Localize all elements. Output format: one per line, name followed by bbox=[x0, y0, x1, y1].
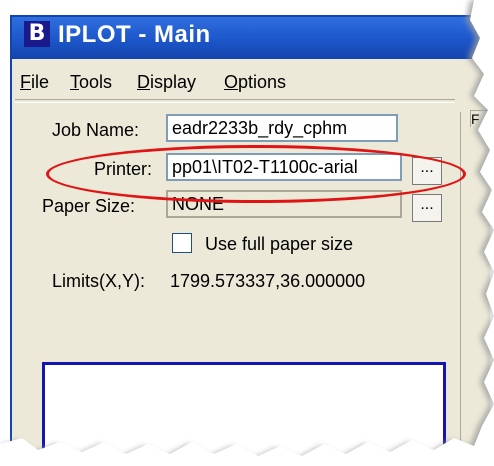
window-title: IPLOT - Main bbox=[58, 21, 211, 48]
use-full-paper-checkbox[interactable] bbox=[172, 233, 192, 253]
job-name-label: Job Name: bbox=[52, 120, 140, 140]
use-full-paper-label[interactable]: Use full paper size bbox=[205, 234, 353, 255]
job-name-field[interactable]: eadr2233b_rdy_cphm bbox=[166, 114, 398, 142]
menu-tools[interactable]: Tools bbox=[70, 72, 112, 93]
side-panel-edge bbox=[460, 112, 487, 452]
bentley-b-icon: B bbox=[24, 21, 50, 47]
paper-size-label: Paper Size: bbox=[42, 196, 136, 216]
paper-size-browse-button[interactable]: ... bbox=[412, 194, 442, 222]
menu-file[interactable]: File bbox=[20, 72, 49, 93]
side-panel-label: F bbox=[470, 110, 491, 127]
menu-options[interactable]: Options bbox=[224, 72, 286, 93]
menu-separator bbox=[15, 99, 455, 103]
limits-value: 1799.573337,36.000000 bbox=[170, 271, 366, 291]
plot-preview-area[interactable] bbox=[42, 362, 446, 462]
limits-label: Limits(X,Y): bbox=[52, 271, 146, 291]
printer-highlight-ellipse bbox=[46, 145, 466, 203]
menu-display[interactable]: Display bbox=[137, 72, 196, 93]
menu-bar: File Tools Display Options bbox=[12, 59, 490, 99]
iplot-main-window: B IPLOT - Main File Tools Display Option… bbox=[0, 0, 494, 466]
